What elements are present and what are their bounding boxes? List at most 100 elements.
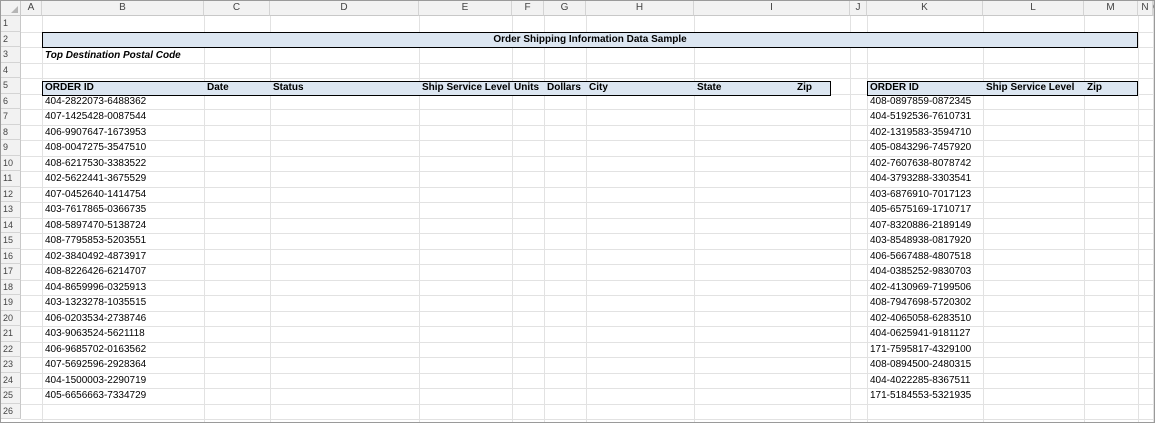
order-id-cell[interactable]: 405-6656663-7334729 bbox=[45, 389, 146, 403]
left-header-state[interactable]: State bbox=[697, 81, 721, 95]
order-id-cell[interactable]: 404-0385252-9830703 bbox=[870, 265, 971, 279]
order-id-cell[interactable]: 408-0047275-3547510 bbox=[45, 141, 146, 155]
left-header-city[interactable]: City bbox=[589, 81, 608, 95]
order-id-cell[interactable]: 403-8548938-0817920 bbox=[870, 234, 971, 248]
order-id-cell[interactable]: 407-8320886-2189149 bbox=[870, 219, 971, 233]
column-header-h[interactable]: H bbox=[586, 1, 694, 16]
column-header-n[interactable]: N bbox=[1138, 1, 1153, 16]
order-id-cell[interactable]: 402-4065058-6283510 bbox=[870, 312, 971, 326]
order-id-cell[interactable]: 402-3840492-4873917 bbox=[45, 250, 146, 264]
row-header-23[interactable]: 23 bbox=[1, 357, 21, 373]
order-id-cell[interactable]: 407-5692596-2928364 bbox=[45, 358, 146, 372]
order-id-cell[interactable]: 404-0625941-9181127 bbox=[870, 327, 970, 341]
row-header-14[interactable]: 14 bbox=[1, 217, 21, 233]
row-header-22[interactable]: 22 bbox=[1, 341, 21, 357]
order-id-cell[interactable]: 408-6217530-3383522 bbox=[45, 157, 146, 171]
order-id-cell[interactable]: 407-0452640-1414754 bbox=[45, 188, 146, 202]
order-id-cell[interactable]: 408-0897859-0872345 bbox=[870, 95, 971, 109]
row-header-19[interactable]: 19 bbox=[1, 295, 21, 311]
row-header-4[interactable]: 4 bbox=[1, 62, 21, 78]
row-header-1[interactable]: 1 bbox=[1, 16, 21, 32]
row-header-11[interactable]: 11 bbox=[1, 171, 21, 187]
row-header-8[interactable]: 8 bbox=[1, 124, 21, 140]
order-id-cell[interactable]: 407-1425428-0087544 bbox=[45, 110, 146, 124]
order-id-cell[interactable]: 402-7607638-8078742 bbox=[870, 157, 971, 171]
row-header-18[interactable]: 18 bbox=[1, 279, 21, 295]
left-header-date[interactable]: Date bbox=[207, 81, 229, 95]
row-header-21[interactable]: 21 bbox=[1, 326, 21, 342]
row-header-12[interactable]: 12 bbox=[1, 186, 21, 202]
column-header-i[interactable]: I bbox=[694, 1, 850, 16]
left-header-units[interactable]: Units bbox=[514, 81, 539, 95]
order-id-cell[interactable]: 405-0843296-7457920 bbox=[870, 141, 971, 155]
column-header-m[interactable]: M bbox=[1084, 1, 1138, 16]
column-header-f[interactable]: F bbox=[512, 1, 544, 16]
left-header-order-id[interactable]: ORDER ID bbox=[45, 81, 94, 95]
order-id-cell[interactable]: 406-5667488-4807518 bbox=[870, 250, 971, 264]
row-header-2[interactable]: 2 bbox=[1, 31, 21, 47]
row-header-17[interactable]: 17 bbox=[1, 264, 21, 280]
left-header-status[interactable]: Status bbox=[273, 81, 304, 95]
row-header-10[interactable]: 10 bbox=[1, 155, 21, 171]
column-header-b[interactable]: B bbox=[42, 1, 204, 16]
select-all-corner[interactable] bbox=[1, 1, 21, 16]
order-id-cell[interactable]: 403-1323278-1035515 bbox=[45, 296, 146, 310]
order-id-cell[interactable]: 402-5622441-3675529 bbox=[45, 172, 146, 186]
order-id-cell[interactable]: 171-7595817-4329100 bbox=[870, 343, 971, 357]
row-header-7[interactable]: 7 bbox=[1, 109, 21, 125]
order-id-cell[interactable]: 408-8226426-6214707 bbox=[45, 265, 146, 279]
column-header-c[interactable]: C bbox=[204, 1, 270, 16]
row-header-24[interactable]: 24 bbox=[1, 372, 21, 388]
order-id-cell[interactable]: 403-6876910-7017123 bbox=[870, 188, 971, 202]
row-header-5[interactable]: 5 bbox=[1, 78, 21, 94]
column-header-o[interactable]: O bbox=[1153, 1, 1154, 16]
order-id-cell[interactable]: 408-0894500-2480315 bbox=[870, 358, 971, 372]
gridline-row bbox=[21, 124, 1154, 126]
row-header-13[interactable]: 13 bbox=[1, 202, 21, 218]
left-header-dollars[interactable]: Dollars bbox=[547, 81, 581, 95]
left-header-ship-service-level[interactable]: Ship Service Level bbox=[422, 81, 510, 95]
order-id-cell[interactable]: 404-5192536-7610731 bbox=[870, 110, 971, 124]
left-header-zip[interactable]: Zip bbox=[797, 81, 812, 95]
column-header-l[interactable]: L bbox=[983, 1, 1084, 16]
spreadsheet-grid[interactable]: ABCDEFGHIJKLMNO 123456789101112131415161… bbox=[0, 0, 1155, 423]
order-id-cell[interactable]: 402-1319583-3594710 bbox=[870, 126, 971, 140]
order-id-cell[interactable]: 406-9907647-1673953 bbox=[45, 126, 146, 140]
row-header-3[interactable]: 3 bbox=[1, 47, 21, 63]
order-id-cell[interactable]: 405-6575169-1710717 bbox=[870, 203, 971, 217]
gridline-column bbox=[419, 16, 420, 422]
column-header-a[interactable]: A bbox=[21, 1, 42, 16]
row-header-26[interactable]: 26 bbox=[1, 403, 21, 419]
order-id-cell[interactable]: 408-7947698-5720302 bbox=[870, 296, 971, 310]
column-header-e[interactable]: E bbox=[419, 1, 512, 16]
order-id-cell[interactable]: 406-9685702-0163562 bbox=[45, 343, 146, 357]
order-id-cell[interactable]: 403-7617865-0366735 bbox=[45, 203, 146, 217]
order-id-cell[interactable]: 406-0203534-2738746 bbox=[45, 312, 146, 326]
gridline-row bbox=[21, 372, 1154, 374]
right-header-order-id[interactable]: ORDER ID bbox=[870, 81, 919, 95]
column-header-d[interactable]: D bbox=[270, 1, 419, 16]
row-header-9[interactable]: 9 bbox=[1, 140, 21, 156]
right-header-zip[interactable]: Zip bbox=[1087, 81, 1102, 95]
column-header-g[interactable]: G bbox=[544, 1, 586, 16]
order-id-cell[interactable]: 402-4130969-7199506 bbox=[870, 281, 971, 295]
gridline-column bbox=[270, 16, 271, 422]
gridline-column bbox=[586, 16, 587, 422]
column-header-j[interactable]: J bbox=[850, 1, 867, 16]
row-header-15[interactable]: 15 bbox=[1, 233, 21, 249]
column-header-k[interactable]: K bbox=[867, 1, 983, 16]
row-header-16[interactable]: 16 bbox=[1, 248, 21, 264]
order-id-cell[interactable]: 404-8659996-0325913 bbox=[45, 281, 146, 295]
order-id-cell[interactable]: 408-7795853-5203551 bbox=[45, 234, 146, 248]
order-id-cell[interactable]: 404-4022285-8367511 bbox=[870, 374, 970, 388]
right-header-ship-service-level[interactable]: Ship Service Level bbox=[986, 81, 1074, 95]
row-header-6[interactable]: 6 bbox=[1, 93, 21, 109]
order-id-cell[interactable]: 403-9063524-5621118 bbox=[45, 327, 145, 341]
row-header-25[interactable]: 25 bbox=[1, 388, 21, 404]
row-header-20[interactable]: 20 bbox=[1, 310, 21, 326]
order-id-cell[interactable]: 404-3793288-3303541 bbox=[870, 172, 971, 186]
order-id-cell[interactable]: 404-2822073-6488362 bbox=[45, 95, 146, 109]
order-id-cell[interactable]: 171-5184553-5321935 bbox=[870, 389, 971, 403]
order-id-cell[interactable]: 404-1500003-2290719 bbox=[45, 374, 146, 388]
order-id-cell[interactable]: 408-5897470-5138724 bbox=[45, 219, 146, 233]
